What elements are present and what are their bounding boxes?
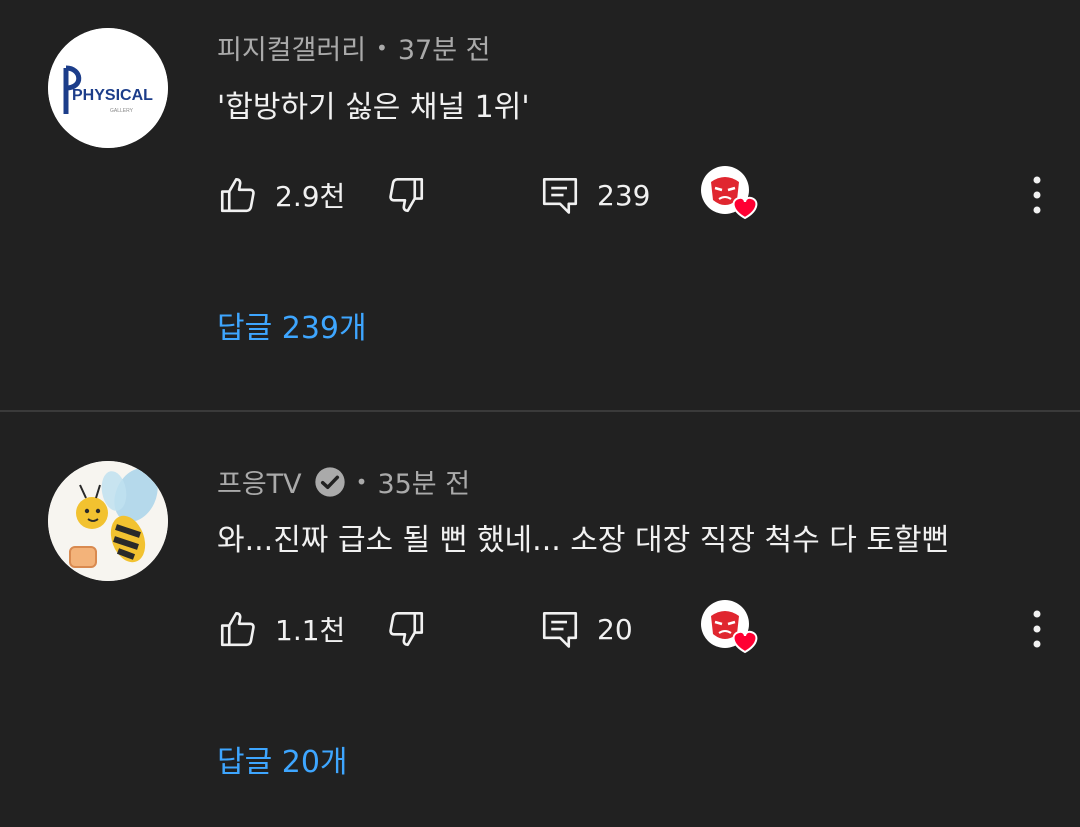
bee-avatar-image [48,461,168,581]
dislike-icon [389,177,424,213]
meta-separator: • [355,469,368,494]
creator-heart [701,600,763,656]
more-options-button[interactable] [1027,606,1047,652]
reply-button[interactable]: 20 [539,606,633,652]
creator-heart [701,166,763,222]
meta-separator: • [376,35,388,60]
avatar[interactable] [48,461,168,581]
comment-text: 와...진짜 급소 될 뻔 했네... 소장 대장 직장 척수 다 토할뻔 [217,523,950,558]
like-count: 2.9천 [275,180,346,213]
comment-actions: 2.9천 239 [217,166,1047,220]
like-button[interactable]: 1.1천 [217,606,345,652]
dislike-button[interactable] [385,172,427,218]
avatar-logo-text: PHYSICAL [72,87,153,104]
avatar[interactable]: PHYSICAL GALLERY [48,28,168,148]
comment-text: '합방하기 싫은 채널 1위' [217,90,530,125]
dislike-icon [389,611,424,647]
like-icon [220,177,255,213]
comment-divider [0,410,1080,412]
reply-count: 20 [597,612,633,646]
reply-button[interactable]: 239 [539,172,650,218]
author-name[interactable]: 프응TV [217,462,302,501]
like-count: 1.1천 [275,614,346,647]
more-options-icon [1033,176,1041,214]
comment-actions: 1.1천 20 [217,600,1047,654]
view-replies-link[interactable]: 답글 20개 [217,737,348,781]
reply-count: 239 [597,178,651,212]
more-options-button[interactable] [1027,172,1047,218]
comment-time: 35분 전 [377,469,471,500]
avatar-logo-subtext: GALLERY [110,108,134,114]
reply-icon [542,611,578,648]
author-name[interactable]: 피지컬갤러리 [217,28,366,67]
dislike-button[interactable] [385,606,427,652]
verified-badge-icon [314,466,345,497]
like-button[interactable]: 2.9천 [217,172,345,218]
like-icon [220,611,255,647]
comment-meta: 피지컬갤러리 • 37분 전 [217,28,490,67]
physical-gallery-logo: PHYSICAL GALLERY [48,28,168,148]
reply-icon [542,177,578,214]
comment-meta: 프응TV • 35분 전 [217,462,470,501]
creator-heart-icon [701,600,758,654]
comment-time: 37분 전 [397,35,491,66]
view-replies-link[interactable]: 답글 239개 [217,303,367,347]
more-options-icon [1033,610,1041,648]
creator-heart-icon [701,166,758,220]
